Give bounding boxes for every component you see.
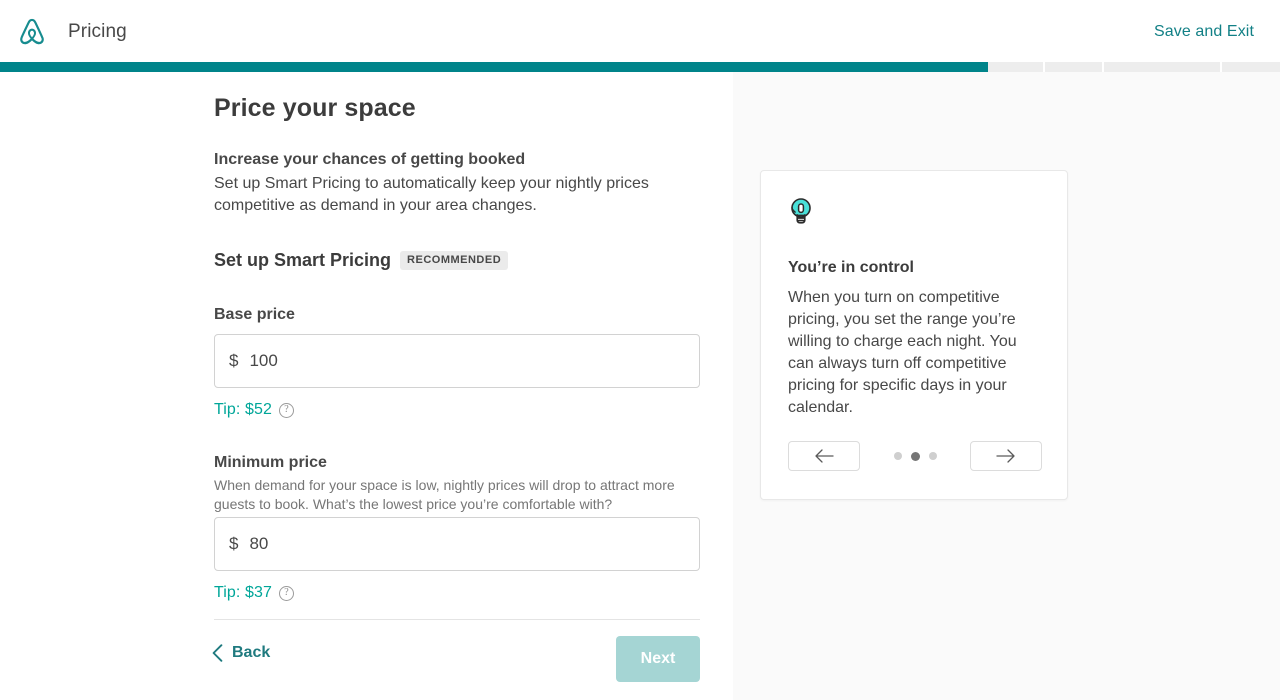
chevron-left-icon	[212, 644, 223, 662]
info-card: You’re in control When you turn on compe…	[760, 170, 1068, 500]
arrow-left-icon	[815, 449, 834, 463]
question-mark-circle-icon[interactable]: ?	[279, 402, 295, 418]
carousel-prev-button[interactable]	[788, 441, 860, 471]
carousel-next-button[interactable]	[970, 441, 1042, 471]
minimum-price-tip-label: Tip: $37	[214, 584, 273, 601]
minimum-price-description: When demand for your space is low, night…	[214, 477, 675, 512]
minimum-price-tip: Tip: $37 ?	[214, 584, 295, 602]
back-button[interactable]: Back	[212, 644, 270, 662]
base-price-value: 100	[249, 351, 278, 370]
question-mark-circle-icon[interactable]: ?	[279, 585, 295, 601]
onboarding-progress-bar	[0, 62, 1280, 72]
carousel-dot[interactable]	[910, 451, 920, 461]
base-price-input[interactable]: $ 100	[214, 334, 700, 388]
save-and-exit-link[interactable]: Save and Exit	[1154, 23, 1254, 41]
footer-divider	[214, 619, 700, 620]
carousel-dot[interactable]	[893, 452, 902, 460]
lead-body-text: Set up Smart Pricing to automatically ke…	[214, 175, 649, 214]
base-price-tip-label: Tip: $52	[214, 401, 273, 418]
progress-divider	[1220, 62, 1222, 72]
page-breadcrumb-title: Pricing	[68, 21, 127, 42]
app-root: Pricing Save and Exit Price your space I…	[0, 0, 1280, 700]
base-price-label: Base price	[214, 306, 295, 323]
base-price-tip: Tip: $52 ?	[214, 401, 295, 419]
lightbulb-icon	[788, 197, 814, 232]
progress-divider	[1043, 62, 1045, 72]
progress-divider	[1102, 62, 1104, 72]
next-button[interactable]: Next	[616, 636, 700, 682]
lead-heading: Increase your chances of getting booked	[214, 151, 526, 168]
carousel-dots	[893, 451, 937, 461]
back-button-label: Back	[232, 644, 271, 661]
info-card-title: You’re in control	[788, 259, 914, 276]
smart-pricing-section-header: Set up Smart Pricing RECOMMENDED	[214, 250, 509, 271]
minimum-price-input[interactable]: $ 80	[214, 517, 700, 571]
page-title: Price your space	[214, 94, 416, 122]
sidebar-panel: You’re in control When you turn on compe…	[733, 72, 1280, 700]
info-card-carousel-nav	[788, 441, 1042, 471]
progress-fill	[0, 62, 989, 72]
arrow-right-icon	[996, 449, 1015, 463]
info-card-body: When you turn on competitive pricing, yo…	[788, 289, 1017, 416]
app-header: Pricing Save and Exit	[0, 0, 1280, 64]
recommended-badge: RECOMMENDED	[400, 251, 509, 270]
minimum-price-currency-symbol: $	[229, 534, 239, 553]
minimum-price-label: Minimum price	[214, 454, 327, 471]
main-content-panel: Price your space Increase your chances o…	[0, 72, 733, 700]
airbnb-logo-icon[interactable]	[0, 0, 64, 64]
base-price-currency-symbol: $	[229, 351, 239, 370]
carousel-dot[interactable]	[928, 452, 937, 460]
section-heading: Set up Smart Pricing	[214, 250, 392, 270]
minimum-price-value: 80	[249, 534, 269, 553]
